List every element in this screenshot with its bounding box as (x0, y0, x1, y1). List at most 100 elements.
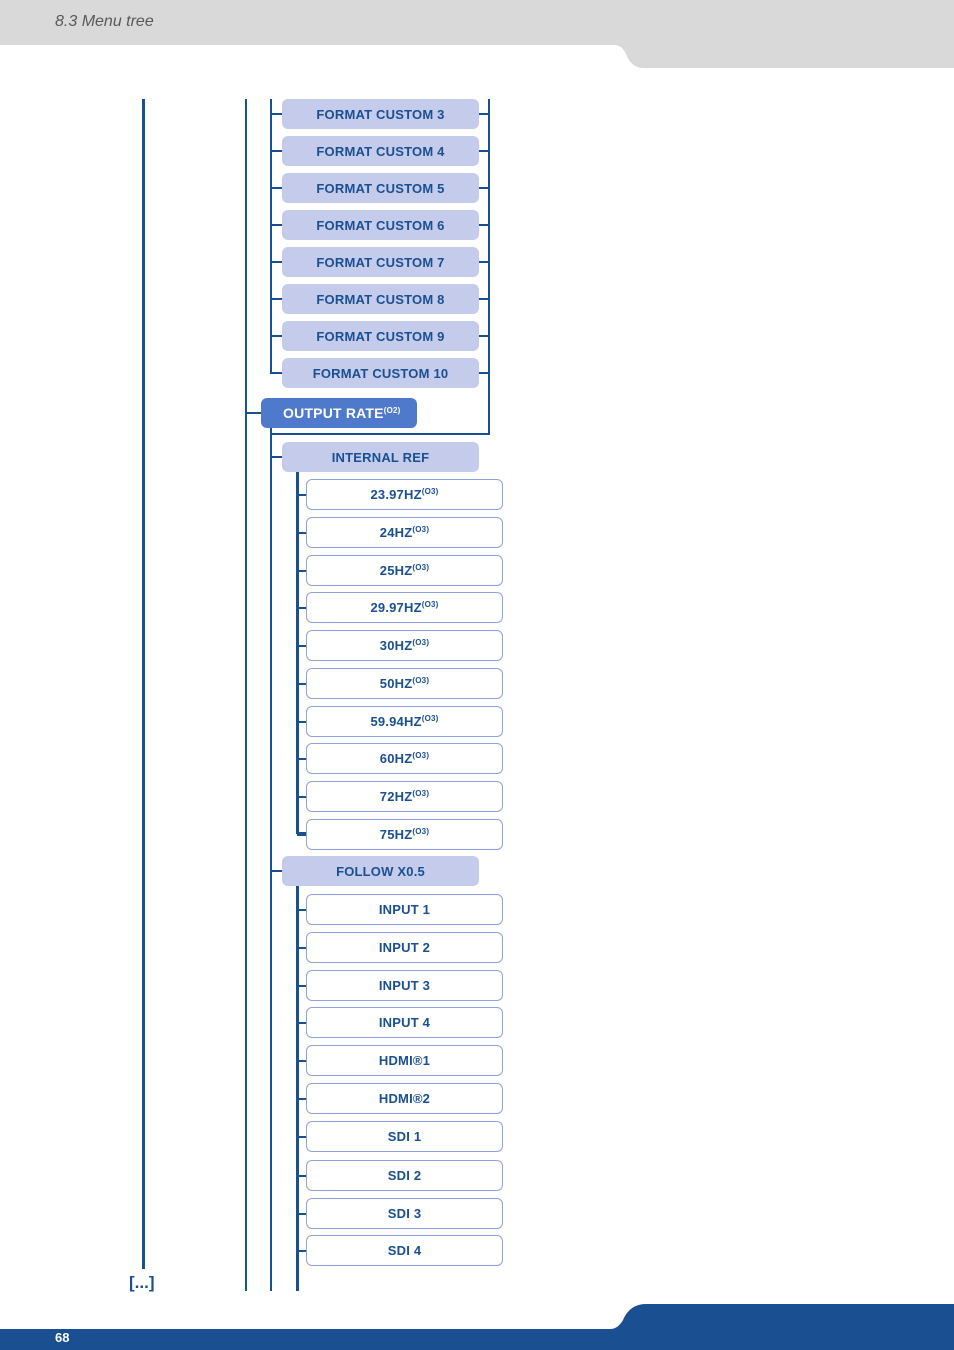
tree-branch-right (478, 150, 489, 152)
header-tab-shape (600, 40, 954, 68)
option-refresh-rate-label: 72HZ (379, 789, 413, 804)
tree-branch (271, 456, 282, 458)
option-follow-source[interactable]: INPUT 2 (306, 932, 503, 963)
tree-branch (271, 224, 282, 226)
tree-branch-right (478, 224, 489, 226)
menu-item-output-rate[interactable]: OUTPUT RATE (O2) (261, 398, 417, 428)
menu-item-format-custom[interactable]: FORMAT CUSTOM 5 (282, 173, 479, 203)
option-follow-source[interactable]: SDI 3 (306, 1198, 503, 1229)
tree-branch-right (478, 335, 489, 337)
page-number: 68 (55, 1330, 70, 1345)
option-follow-source[interactable]: SDI 1 (306, 1121, 503, 1152)
tree-line-internal-ref-children (296, 471, 299, 834)
tree-branch (297, 947, 306, 949)
option-refresh-rate-label: 23.97HZ (370, 487, 422, 502)
tree-branch (297, 1136, 306, 1138)
tree-branch (297, 796, 306, 798)
menu-item-follow[interactable]: FOLLOW X0.5 (282, 856, 479, 886)
option-refresh-rate[interactable]: 75HZ (O3) (306, 819, 503, 850)
option-follow-source-label: HDMI®2 (378, 1091, 431, 1106)
menu-item-format-custom[interactable]: FORMAT CUSTOM 7 (282, 247, 479, 277)
tree-branch (271, 113, 282, 115)
option-follow-source[interactable]: INPUT 3 (306, 970, 503, 1001)
footnote-ref: (O3) (412, 563, 430, 572)
option-follow-source-label: INPUT 1 (378, 902, 431, 917)
footnote-ref: (O3) (412, 827, 430, 836)
tree-branch (297, 532, 306, 534)
tree-branch-right (478, 298, 489, 300)
option-refresh-rate-label: 25HZ (379, 563, 413, 578)
tree-branch (297, 1213, 306, 1215)
option-follow-source[interactable]: SDI 2 (306, 1160, 503, 1191)
tree-branch (271, 261, 282, 263)
footer-band (0, 1329, 954, 1350)
menu-item-format-custom[interactable]: FORMAT CUSTOM 4 (282, 136, 479, 166)
tree-branch (297, 985, 306, 987)
option-follow-source[interactable]: INPUT 1 (306, 894, 503, 925)
option-follow-source-label: INPUT 4 (378, 1015, 431, 1030)
tree-branch (271, 335, 282, 337)
option-refresh-rate[interactable]: 30HZ (O3) (306, 630, 503, 661)
option-refresh-rate[interactable]: 59.94HZ (O3) (306, 706, 503, 737)
option-follow-source-label: SDI 2 (387, 1168, 422, 1183)
menu-item-format-custom[interactable]: FORMAT CUSTOM 10 (282, 358, 479, 388)
option-follow-source-label: SDI 1 (387, 1129, 422, 1144)
tree-branch (271, 870, 282, 872)
menu-item-format-custom-label: FORMAT CUSTOM 4 (316, 143, 445, 159)
menu-item-follow-label: FOLLOW X0.5 (336, 863, 425, 879)
option-refresh-rate[interactable]: 23.97HZ (O3) (306, 479, 503, 510)
tree-branch (297, 570, 306, 572)
footnote-ref: (O3) (412, 789, 430, 798)
tree-branch (297, 645, 306, 647)
menu-item-format-custom[interactable]: FORMAT CUSTOM 9 (282, 321, 479, 351)
footnote-ref: (O2) (383, 405, 401, 415)
tree-line-level1 (245, 99, 247, 1291)
tree-branch (297, 758, 306, 760)
menu-item-format-custom[interactable]: FORMAT CUSTOM 8 (282, 284, 479, 314)
menu-item-internal-ref[interactable]: INTERNAL REF (282, 442, 479, 472)
menu-item-format-custom-label: FORMAT CUSTOM 10 (312, 365, 449, 381)
menu-item-format-custom-label: FORMAT CUSTOM 5 (316, 180, 445, 196)
option-follow-source[interactable]: INPUT 4 (306, 1007, 503, 1038)
footnote-ref: (O3) (421, 714, 439, 723)
tree-branch (271, 187, 282, 189)
menu-item-format-custom[interactable]: FORMAT CUSTOM 3 (282, 99, 479, 129)
option-follow-source[interactable]: HDMI®1 (306, 1045, 503, 1076)
option-refresh-rate-label: 30HZ (379, 638, 413, 653)
option-refresh-rate[interactable]: 29.97HZ (O3) (306, 592, 503, 623)
option-follow-source-label: HDMI®1 (378, 1053, 431, 1068)
menu-item-internal-ref-label: INTERNAL REF (331, 449, 430, 465)
footnote-ref: (O3) (412, 525, 430, 534)
tree-branch-right (478, 372, 489, 374)
option-follow-source[interactable]: SDI 4 (306, 1235, 503, 1266)
tree-branch-right (478, 261, 489, 263)
tree-branch (271, 298, 282, 300)
option-refresh-rate[interactable]: 24HZ (O3) (306, 517, 503, 548)
footnote-ref: (O3) (412, 676, 430, 685)
option-refresh-rate-label: 50HZ (379, 676, 413, 691)
tree-branch (297, 607, 306, 609)
option-refresh-rate[interactable]: 50HZ (O3) (306, 668, 503, 699)
menu-item-format-custom-label: FORMAT CUSTOM 8 (316, 291, 445, 307)
tree-branch (297, 909, 306, 911)
option-refresh-rate[interactable]: 25HZ (O3) (306, 555, 503, 586)
menu-item-format-custom-label: FORMAT CUSTOM 9 (316, 328, 445, 344)
tree-branch (297, 721, 306, 723)
tree-line-format-custom (270, 99, 272, 373)
menu-item-format-custom[interactable]: FORMAT CUSTOM 6 (282, 210, 479, 240)
option-refresh-rate-label: 75HZ (379, 827, 413, 842)
footnote-ref: (O3) (421, 487, 439, 496)
option-follow-source-label: INPUT 3 (378, 978, 431, 993)
tree-branch (297, 494, 306, 496)
tree-line-output-rate (246, 412, 261, 414)
option-follow-source[interactable]: HDMI®2 (306, 1083, 503, 1114)
tree-branch (297, 834, 306, 836)
option-refresh-rate[interactable]: 60HZ (O3) (306, 743, 503, 774)
footnote-ref: (O3) (421, 600, 439, 609)
option-refresh-rate[interactable]: 72HZ (O3) (306, 781, 503, 812)
tree-branch (297, 1022, 306, 1024)
footnote-ref: (O3) (412, 638, 430, 647)
tree-branch (297, 1098, 306, 1100)
tree-branch-right (478, 113, 489, 115)
option-follow-source-label: SDI 3 (387, 1206, 422, 1221)
